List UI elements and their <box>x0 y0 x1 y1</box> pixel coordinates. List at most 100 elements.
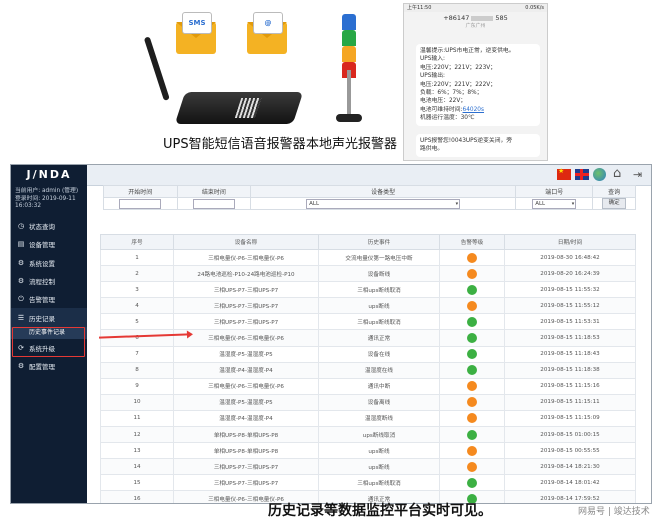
beacon-pole <box>347 70 351 116</box>
english-flag-icon[interactable] <box>575 169 589 180</box>
gear-icon: ⚙ <box>17 258 25 267</box>
sms-backup-link[interactable]: 64020s <box>463 107 484 113</box>
table-row[interactable]: 10 温湿度-P5-温湿度-P5 设备离线 2019-08-15 11:15:11 <box>100 393 636 411</box>
sms-line: 路供电。 <box>420 146 444 153</box>
login-clock: 16:03:32 <box>15 203 42 210</box>
alarm-level-dot-icon <box>467 365 477 376</box>
sidebar-item-config[interactable]: ⚙ 配置管理 <box>11 357 87 375</box>
cell-level <box>439 361 505 379</box>
port-select[interactable]: ALL <box>532 198 577 209</box>
sms-badge: SMS <box>182 12 212 34</box>
sidebar-item-process-control[interactable]: ⚙ 流程控制 <box>11 272 87 290</box>
cell-event: 三相ups断线取消 <box>318 474 440 492</box>
current-user: 当前用户: admin (管理) <box>15 188 79 194</box>
end-time-input[interactable] <box>192 198 235 209</box>
footer-caption: 历史记录等数据监控平台实时可见。 <box>268 503 492 519</box>
sidebar-item-system-settings[interactable]: ⚙ 系统设置 <box>11 254 87 272</box>
cell-no: 3 <box>100 281 174 299</box>
table-row[interactable]: 1 三相电量仪-P6-三相电量仪-P6 交流电量仪第一路电压中断 2019-08-30… <box>100 248 636 267</box>
cell-datetime: 2019-08-30 16:48:42 <box>504 248 636 267</box>
confirm-button[interactable]: 确定 <box>602 198 627 209</box>
device-body-shape <box>174 92 304 124</box>
sms-line: 电压:220V；221V；223V； <box>420 64 497 71</box>
table-row[interactable]: 6 三相电量仪-P6-三相电量仪-P6 通讯正常 2019-08-15 11:18:5… <box>100 329 636 347</box>
sidebar-item-label: 系统设置 <box>29 259 55 268</box>
table-row[interactable]: 12 单相UPS-P8-单相UPS-P8 ups断线取消 2019-08-15 01:… <box>100 426 636 444</box>
table-row[interactable]: 13 单相UPS-P8-单相UPS-P8 ups断线 2019-08-15 00:55… <box>100 442 636 460</box>
alarm-level-dot-icon <box>467 413 477 424</box>
alarm-level-dot-icon <box>467 397 477 408</box>
cell-datetime: 2019-08-15 11:15:09 <box>504 409 636 428</box>
sms-backup-label: 电池可维持时间: <box>420 106 463 113</box>
sms-line-backup: 电池可维持时间:64020s <box>420 106 536 114</box>
cell-datetime: 2019-08-15 11:53:31 <box>504 313 636 331</box>
table-row[interactable]: 15 三相UPS-P7-三相UPS-P7 三相ups断线取消 2019-08-14 1… <box>100 474 636 492</box>
gear-icon: ⚙ <box>17 362 25 371</box>
cell-level <box>439 377 505 395</box>
table-row[interactable]: 14 三相UPS-P7-三相UPS-P7 ups断线 2019-08-14 18:21… <box>100 458 636 476</box>
device-type-select[interactable]: ALL <box>306 198 461 209</box>
sidebar-item-history[interactable]: ☰ 历史记录 <box>11 308 87 327</box>
table-row[interactable]: 4 三相UPS-P7-三相UPS-P7 ups断线 2019-08-15 11:55:… <box>100 297 636 315</box>
cell-no: 12 <box>100 426 174 444</box>
filter-header-query: 查询 <box>592 185 636 198</box>
table-row[interactable]: 8 温湿度-P4-温湿度-P4 温湿度在线 2019-08-15 11:18:38 <box>100 361 636 379</box>
sidebar-item-label: 配置管理 <box>29 363 55 372</box>
sidebar-item-devices[interactable]: ▤ 设备管理 <box>11 235 87 253</box>
cell-no: 15 <box>100 474 174 492</box>
cell-level <box>439 393 505 411</box>
cell-device-name: 三相电量仪-P6-三相电量仪-P6 <box>173 248 319 267</box>
alarm-level-dot-icon <box>467 477 477 488</box>
cell-no: 7 <box>100 345 174 363</box>
signal-tower-light-image <box>334 8 364 130</box>
table-row[interactable]: 9 三相电量仪-P6-三相电量仪-P6 通讯中断 2019-08-15 11:15:1… <box>100 377 636 395</box>
table-row[interactable]: 11 温湿度-P4-温湿度-P4 温湿度断线 2019-08-15 11:15:09 <box>100 409 636 428</box>
sidebar-item-status[interactable]: ◷ 状态查询 <box>11 217 87 235</box>
cell-device-name: 温湿度-P4-温湿度-P4 <box>173 361 319 379</box>
sms-line: 温馨提示:UPS市电正常，逆变供电。 <box>420 48 515 54</box>
start-time-input[interactable] <box>119 198 162 209</box>
sms-envelope-icon: SMS <box>176 12 216 54</box>
sidebar-item-label: 告警管理 <box>29 296 55 305</box>
gear-icon: ⚙ <box>17 277 25 286</box>
cell-level <box>439 281 505 299</box>
cell-level <box>439 345 505 363</box>
alarm-level-dot-icon <box>467 300 477 311</box>
col-header-no: 序号 <box>100 234 174 250</box>
cell-event: 三相ups断线取消 <box>318 313 440 331</box>
cell-device-name: 三相UPS-P7-三相UPS-P7 <box>173 297 319 315</box>
sms-line: 负载：6%；7%；8%； <box>420 90 483 97</box>
table-row[interactable]: 2 24路电池巡检-P10-24路电池巡检-P10 设备断线 2019-08-20 1… <box>100 265 636 283</box>
cell-device-name: 温湿度-P4-温湿度-P4 <box>173 409 319 428</box>
alarm-level-dot-icon <box>467 268 477 279</box>
beacon-base <box>336 114 362 122</box>
power-icon: ⏻ <box>18 294 24 303</box>
sidebar-item-label: 流程控制 <box>29 278 55 287</box>
table-row[interactable]: 3 三相UPS-P7-三相UPS-P7 三相ups断线取消 2019-08-15 11… <box>100 281 636 299</box>
sidebar-item-alarms[interactable]: ⏻ 告警管理 <box>11 290 87 308</box>
cell-no: 16 <box>100 490 174 503</box>
logout-icon[interactable]: ⇥ <box>633 168 642 181</box>
home-icon[interactable]: ⌂ <box>613 167 621 181</box>
cell-no: 2 <box>100 265 174 283</box>
table-row[interactable]: 5 三相UPS-P7-三相UPS-P7 三相ups断线取消 2019-08-15 11… <box>100 313 636 331</box>
table-row[interactable]: 7 温湿度-P5-温湿度-P5 设备在线 2019-08-15 11:18:43 <box>100 345 636 363</box>
cell-event: 设备断线 <box>318 265 440 283</box>
chinese-flag-icon[interactable] <box>557 167 571 180</box>
top-bar: J/NDA ⌂ ⇥ <box>11 165 651 186</box>
cell-level <box>439 426 505 444</box>
cell-event: 交流电量仪第一路电压中断 <box>318 248 440 267</box>
cell-no: 14 <box>100 458 174 476</box>
cell-datetime: 2019-08-15 11:18:43 <box>504 345 636 363</box>
cell-event: 设备离线 <box>318 393 440 411</box>
globe-icon[interactable] <box>593 168 606 181</box>
brand-logo: J/NDA <box>11 165 87 185</box>
highlight-frame <box>12 327 85 357</box>
filter-header-device-type: 设备类型 <box>250 185 517 198</box>
cell-no: 4 <box>100 297 174 315</box>
cell-datetime: 2019-08-15 11:18:53 <box>504 329 636 347</box>
phone-status-speed: 0.05K/s <box>525 5 544 11</box>
cell-device-name: 温湿度-P5-温湿度-P5 <box>173 345 319 363</box>
cell-level <box>439 248 505 267</box>
col-header-event: 历史事件 <box>318 234 440 250</box>
